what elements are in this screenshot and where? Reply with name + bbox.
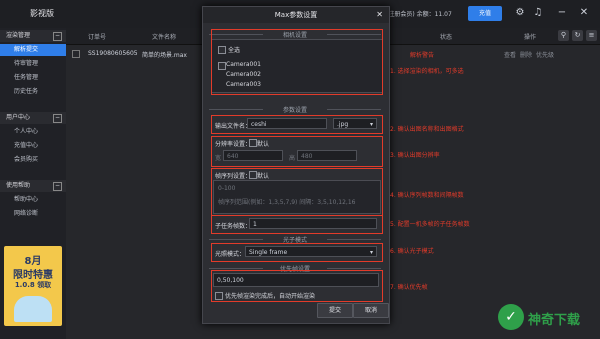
sidebar-group-label: 用户中心 (6, 114, 31, 121)
file-name: 简单的场景.max (142, 52, 187, 59)
sidebar-group-render[interactable]: 渲染管理 − (0, 30, 66, 42)
watermark-logo-icon: ✓ (498, 304, 524, 330)
annotation-6: 6. 确认光子模式 (390, 248, 434, 255)
sidebar-item-tasks[interactable]: 任务管理 (0, 72, 66, 84)
sidebar-item-history[interactable]: 历史任务 (0, 86, 66, 98)
annotation-3: 3. 确认出图分辨率 (390, 152, 440, 159)
sidebar-item-parse-submit[interactable]: 解析提交 (0, 44, 66, 56)
annotation-5: 5. 配置一机多帧的子任务帧数 (390, 221, 470, 228)
collapse-icon[interactable]: − (53, 182, 62, 191)
section-params: 参数设置 (209, 105, 381, 114)
collapse-icon[interactable]: − (53, 114, 62, 123)
search-icon[interactable]: ⚲ (558, 30, 569, 41)
close-icon[interactable]: ✕ (376, 10, 383, 19)
annotation-2: 2. 确认出图名称和出图格式 (390, 126, 464, 133)
watermark: ✓ 神奇下载 (498, 304, 594, 330)
column-actions: 操作 (524, 34, 537, 41)
sidebar: 渲染管理 − 解析提交 待审管理 任务管理 历史任务 用户中心 − 个人中心 充… (0, 28, 67, 339)
column-file: 文件名称 (152, 34, 177, 41)
close-icon[interactable]: ✕ (578, 7, 590, 19)
brand-title: 影视版 (30, 9, 54, 18)
view-link[interactable]: 查看 (504, 50, 516, 59)
column-status: 状态 (440, 34, 453, 41)
highlight-box (211, 270, 383, 302)
highlight-box (211, 115, 383, 134)
sidebar-item-profile[interactable]: 个人中心 (0, 126, 66, 138)
highlight-box (211, 136, 383, 167)
account-balance: (注册会员) 余额：11.07 (386, 11, 452, 18)
sidebar-item-recharge[interactable]: 充值中心 (0, 140, 66, 152)
highlight-box (211, 168, 383, 216)
sidebar-group-help[interactable]: 使用帮助 − (0, 180, 66, 192)
sidebar-group-user[interactable]: 用户中心 − (0, 112, 66, 124)
priority-link[interactable]: 优先级 (536, 50, 554, 59)
promo-banner[interactable]: 8月 限时特惠 1.0.8 领取 (4, 246, 62, 326)
promo-line2: 限时特惠 (13, 270, 53, 281)
submit-button[interactable]: 提交 (317, 303, 353, 318)
row-checkbox[interactable] (72, 50, 80, 58)
highlight-box (211, 29, 383, 95)
refresh-icon[interactable]: ↻ (572, 30, 583, 41)
delete-link[interactable]: 删除 (520, 50, 532, 59)
collapse-icon[interactable]: − (53, 32, 62, 41)
settings-gear-icon[interactable]: ⚙ (514, 7, 526, 19)
promo-line1: 8月 (24, 256, 42, 267)
minimize-icon[interactable]: − (556, 7, 568, 19)
annotation-1: 1. 选择渲染的相机，可多选 (390, 68, 464, 75)
highlight-box (211, 215, 383, 234)
sidebar-item-membership[interactable]: 会员购买 (0, 154, 66, 166)
sidebar-group-label: 使用帮助 (6, 182, 31, 189)
filter-icon[interactable]: ≡ (586, 30, 597, 41)
sidebar-group-label: 渲染管理 (6, 32, 31, 39)
sidebar-item-help-center[interactable]: 帮助中心 (0, 194, 66, 206)
dialog-title: Max参数设置 (203, 7, 389, 23)
cancel-button[interactable]: 取消 (353, 303, 389, 318)
sidebar-item-network[interactable]: 网络诊断 (0, 208, 66, 220)
max-settings-dialog: Max参数设置 ✕ 相机设置 全选 Camera001 Camera002 Ca… (202, 6, 390, 324)
column-order: 订单号 (88, 34, 107, 41)
highlight-box (211, 243, 383, 262)
annotation-4: 4. 确认序列帧数和间隔帧数 (390, 192, 464, 199)
promo-illustration (14, 296, 52, 322)
watermark-text: 神奇下载 (528, 313, 581, 328)
annotation-7: 7. 确认优先帧 (390, 284, 428, 291)
order-number: SS19080605605 (88, 50, 138, 57)
recharge-button[interactable]: 充值 (468, 6, 502, 21)
sidebar-item-pending[interactable]: 待审管理 (0, 58, 66, 70)
bell-icon[interactable]: ♫ (532, 7, 544, 19)
status-text: 解析警告 (410, 52, 435, 59)
promo-line3: 1.0.8 领取 (14, 281, 52, 289)
